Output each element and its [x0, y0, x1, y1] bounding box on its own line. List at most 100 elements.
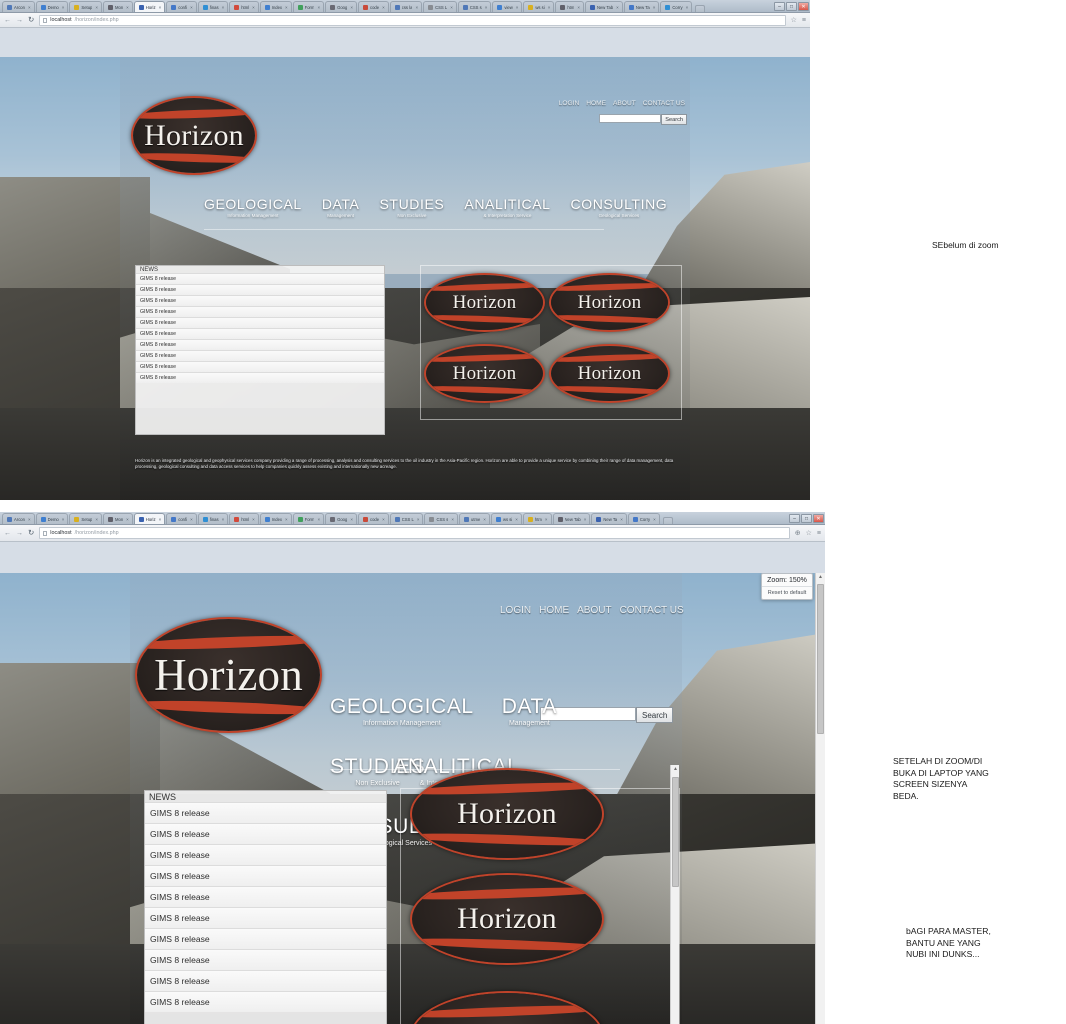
search-input[interactable] [599, 114, 662, 123]
news-item[interactable]: GIMS 8 release [136, 361, 384, 372]
tab-close-icon[interactable]: × [62, 517, 65, 522]
tab-close-icon[interactable]: × [126, 517, 129, 522]
forward-icon[interactable]: → [16, 17, 23, 24]
tab-close-icon[interactable]: × [95, 5, 98, 10]
feature-oval-button[interactable]: Horizon [412, 770, 602, 858]
browser-tab[interactable]: htm × [522, 513, 552, 524]
nav-item-data[interactable]: DATA Management [322, 196, 360, 218]
tab-close-icon[interactable]: × [28, 5, 31, 10]
browser-tab[interactable]: view × [492, 1, 523, 12]
tab-close-icon[interactable]: × [190, 517, 193, 522]
tab-close-icon[interactable]: × [159, 517, 162, 522]
minimize-button[interactable]: – [789, 513, 800, 523]
tab-close-icon[interactable]: × [317, 517, 320, 522]
tab-close-icon[interactable]: × [252, 5, 255, 10]
forward-icon[interactable]: → [16, 530, 23, 537]
browser-tab[interactable]: Setup × [69, 1, 102, 12]
browser-tab[interactable]: confi × [166, 513, 197, 524]
link-login[interactable]: LOGIN [559, 100, 580, 107]
browser-tab[interactable]: Goog × [325, 1, 357, 12]
nav-item-analitical[interactable]: ANALITICAL & Interpretation Service [464, 196, 550, 218]
browser-tab[interactable]: utme × [458, 513, 490, 524]
search-button[interactable]: Search [661, 114, 687, 125]
content-scrollbar[interactable]: ▲ [670, 765, 679, 1024]
tab-close-icon[interactable]: × [222, 5, 225, 10]
browser-tab[interactable]: Mon × [103, 513, 133, 524]
tab-close-icon[interactable]: × [159, 5, 162, 10]
tab-close-icon[interactable]: × [62, 5, 65, 10]
browser-tab[interactable]: Index × [259, 1, 292, 12]
new-tab-button[interactable] [662, 517, 673, 524]
tab-close-icon[interactable]: × [350, 5, 353, 10]
menu-icon[interactable]: ≡ [802, 17, 806, 24]
reload-icon[interactable]: ↻ [28, 529, 34, 537]
maximize-button[interactable]: □ [801, 513, 812, 523]
feature-oval-button[interactable]: Horizon [426, 346, 543, 401]
news-item[interactable]: GIMS 8 release [136, 295, 384, 306]
browser-page-scrollbar[interactable]: ▲ ▼ [815, 573, 825, 1024]
news-item[interactable]: GIMS 8 release [145, 823, 386, 844]
browser-tab[interactable]: CSS L × [389, 513, 424, 524]
feature-oval-button[interactable]: Horizon [551, 275, 668, 330]
browser-tab[interactable]: finas × [197, 1, 229, 12]
link-home[interactable]: HOME [539, 605, 569, 616]
link-home[interactable]: HOME [586, 100, 606, 107]
new-tab-button[interactable] [695, 5, 706, 12]
tab-close-icon[interactable]: × [382, 517, 385, 522]
scrollbar-thumb[interactable] [817, 584, 824, 734]
browser-tab[interactable]: Arcon × [2, 513, 35, 524]
tab-close-icon[interactable]: × [350, 517, 353, 522]
news-item[interactable]: GIMS 8 release [136, 317, 384, 328]
tab-close-icon[interactable]: × [616, 5, 619, 10]
news-item[interactable]: GIMS 8 release [145, 802, 386, 823]
news-item[interactable]: GIMS 8 release [136, 339, 384, 350]
link-about[interactable]: ABOUT [613, 100, 636, 107]
news-item[interactable]: GIMS 8 release [136, 328, 384, 339]
browser-tab[interactable]: Goog × [325, 513, 357, 524]
tab-close-icon[interactable]: × [451, 517, 454, 522]
tab-close-icon[interactable]: × [548, 5, 551, 10]
tab-close-icon[interactable]: × [126, 5, 129, 10]
site-logo[interactable]: Horizon [137, 619, 320, 731]
browser-tab[interactable]: New Tab × [584, 1, 623, 12]
zoom-indicator-icon[interactable]: ⊕ [795, 529, 801, 537]
close-window-button[interactable]: ✕ [798, 1, 809, 11]
address-bar[interactable]: localhost/horizon/index.php [39, 14, 786, 26]
tab-close-icon[interactable]: × [653, 517, 656, 522]
tab-close-icon[interactable]: × [285, 5, 288, 10]
tab-close-icon[interactable]: × [95, 517, 98, 522]
nav-item-studies[interactable]: STUDIES Non Exclusive [379, 196, 444, 218]
minimize-button[interactable]: – [774, 1, 785, 11]
scrollbar-thumb[interactable] [672, 777, 679, 887]
news-item[interactable]: GIMS 8 release [145, 865, 386, 886]
bookmark-star-icon[interactable]: ☆ [791, 16, 797, 24]
browser-tab[interactable]: htm × [555, 1, 584, 12]
tab-close-icon[interactable]: × [653, 5, 656, 10]
news-item[interactable]: GIMS 8 release [145, 928, 386, 949]
browser-tab[interactable]: CSS L × [423, 1, 457, 12]
news-item[interactable]: GIMS 8 release [136, 350, 384, 361]
browser-tab[interactable]: Index × [259, 513, 292, 524]
browser-tab[interactable]: New Tab × [552, 513, 591, 524]
tab-close-icon[interactable]: × [516, 5, 519, 10]
browser-tab[interactable]: confi × [166, 1, 197, 12]
nav-item-geological[interactable]: GEOLOGICAL Information Management [204, 196, 302, 218]
tab-close-icon[interactable]: × [450, 5, 453, 10]
tab-close-icon[interactable]: × [483, 517, 486, 522]
menu-icon[interactable]: ≡ [817, 530, 821, 537]
feature-oval-button[interactable]: Horizon [412, 875, 602, 963]
browser-tab[interactable]: Horiz × [133, 513, 166, 524]
browser-tab[interactable]: Arcon × [2, 1, 35, 12]
tab-close-icon[interactable]: × [382, 5, 385, 10]
news-item[interactable]: GIMS 8 release [145, 949, 386, 970]
browser-tab[interactable]: New Ta × [591, 513, 627, 524]
news-item[interactable]: GIMS 8 release [145, 970, 386, 991]
site-logo[interactable]: Horizon [133, 98, 255, 173]
browser-tab[interactable]: Form × [292, 1, 325, 12]
tab-close-icon[interactable]: × [686, 5, 689, 10]
browser-tab[interactable]: code × [357, 1, 389, 12]
reload-icon[interactable]: ↻ [28, 16, 34, 24]
zoom-reset-button[interactable]: Reset to default [762, 586, 812, 599]
tab-close-icon[interactable]: × [252, 517, 255, 522]
close-window-button[interactable]: ✕ [813, 513, 824, 523]
